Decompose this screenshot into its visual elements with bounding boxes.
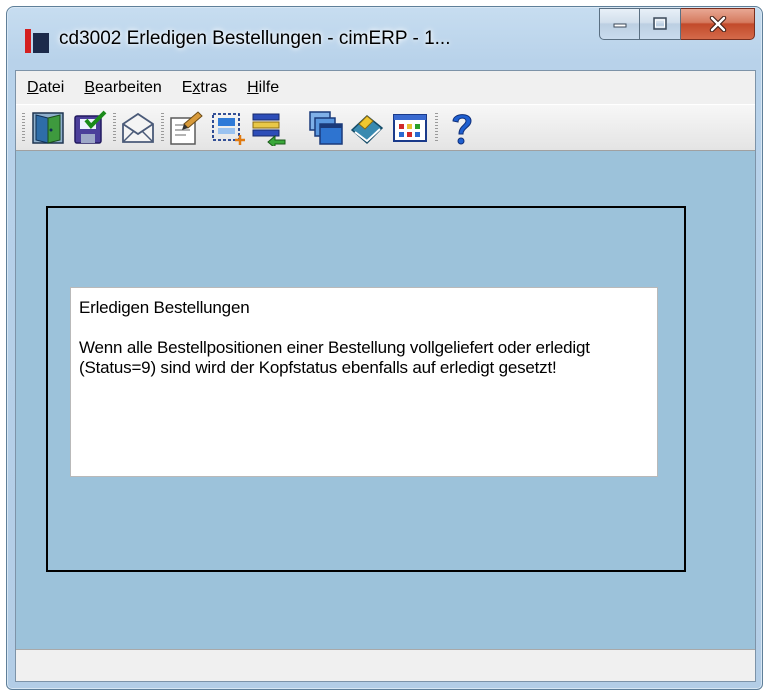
menu-extras[interactable]: Extras xyxy=(171,79,236,97)
insert-row-icon[interactable] xyxy=(251,110,287,146)
menu-extras-pre: E xyxy=(181,78,193,96)
toolbar-separator xyxy=(435,113,438,143)
help-icon[interactable] xyxy=(444,110,480,146)
info-title: Erledigen Bestellungen xyxy=(79,298,250,317)
save-icon[interactable] xyxy=(72,110,108,146)
menu-bar: Datei Bearbeiten Extras Hilfe xyxy=(16,71,755,104)
menu-extras-rest: tras xyxy=(200,78,228,96)
minimize-icon xyxy=(613,23,626,28)
menu-hilfe-rest: ilfe xyxy=(258,78,280,96)
toolbar-grip[interactable] xyxy=(22,113,25,143)
toolbar xyxy=(16,104,755,151)
close-button[interactable] xyxy=(681,8,755,40)
new-record-icon[interactable] xyxy=(210,110,246,146)
exit-door-icon[interactable] xyxy=(30,110,66,146)
menu-hilfe-key: H xyxy=(247,78,259,96)
windows-icon[interactable] xyxy=(308,110,344,146)
app-icon xyxy=(25,29,49,53)
menu-hilfe[interactable]: Hilfe xyxy=(236,79,288,97)
status-bar xyxy=(16,649,755,681)
minimize-button[interactable] xyxy=(599,8,640,40)
close-icon xyxy=(709,16,726,32)
info-box: Erledigen Bestellungen Wenn alle Bestell… xyxy=(70,287,658,477)
title-bar[interactable]: cd3002 Erledigen Bestellungen - cimERP -… xyxy=(7,7,762,69)
toolbar-separator xyxy=(161,113,164,143)
content-frame: Erledigen Bestellungen Wenn alle Bestell… xyxy=(46,206,686,572)
maximize-button[interactable] xyxy=(640,8,681,40)
info-body: Wenn alle Bestellpositionen einer Bestel… xyxy=(79,338,590,377)
edit-icon[interactable] xyxy=(168,110,204,146)
client-area: Datei Bearbeiten Extras Hilfe Erledigen … xyxy=(15,70,756,682)
menu-bearbeiten-rest: earbeiten xyxy=(95,78,162,96)
app-window: cd3002 Erledigen Bestellungen - cimERP -… xyxy=(6,6,763,690)
menu-datei-key: D xyxy=(27,78,39,96)
menu-datei-rest: atei xyxy=(38,78,65,96)
grid-icon[interactable] xyxy=(392,110,428,146)
maximize-icon xyxy=(653,17,667,30)
caption-buttons xyxy=(599,8,755,40)
toolbar-separator xyxy=(113,113,116,143)
window-title: cd3002 Erledigen Bestellungen - cimERP -… xyxy=(59,28,451,49)
menu-datei[interactable]: Datei xyxy=(16,79,73,97)
menu-bearbeiten-key: B xyxy=(84,78,96,96)
menu-bearbeiten[interactable]: Bearbeiten xyxy=(73,79,170,97)
mail-icon[interactable] xyxy=(120,110,156,146)
book-icon[interactable] xyxy=(349,110,385,146)
